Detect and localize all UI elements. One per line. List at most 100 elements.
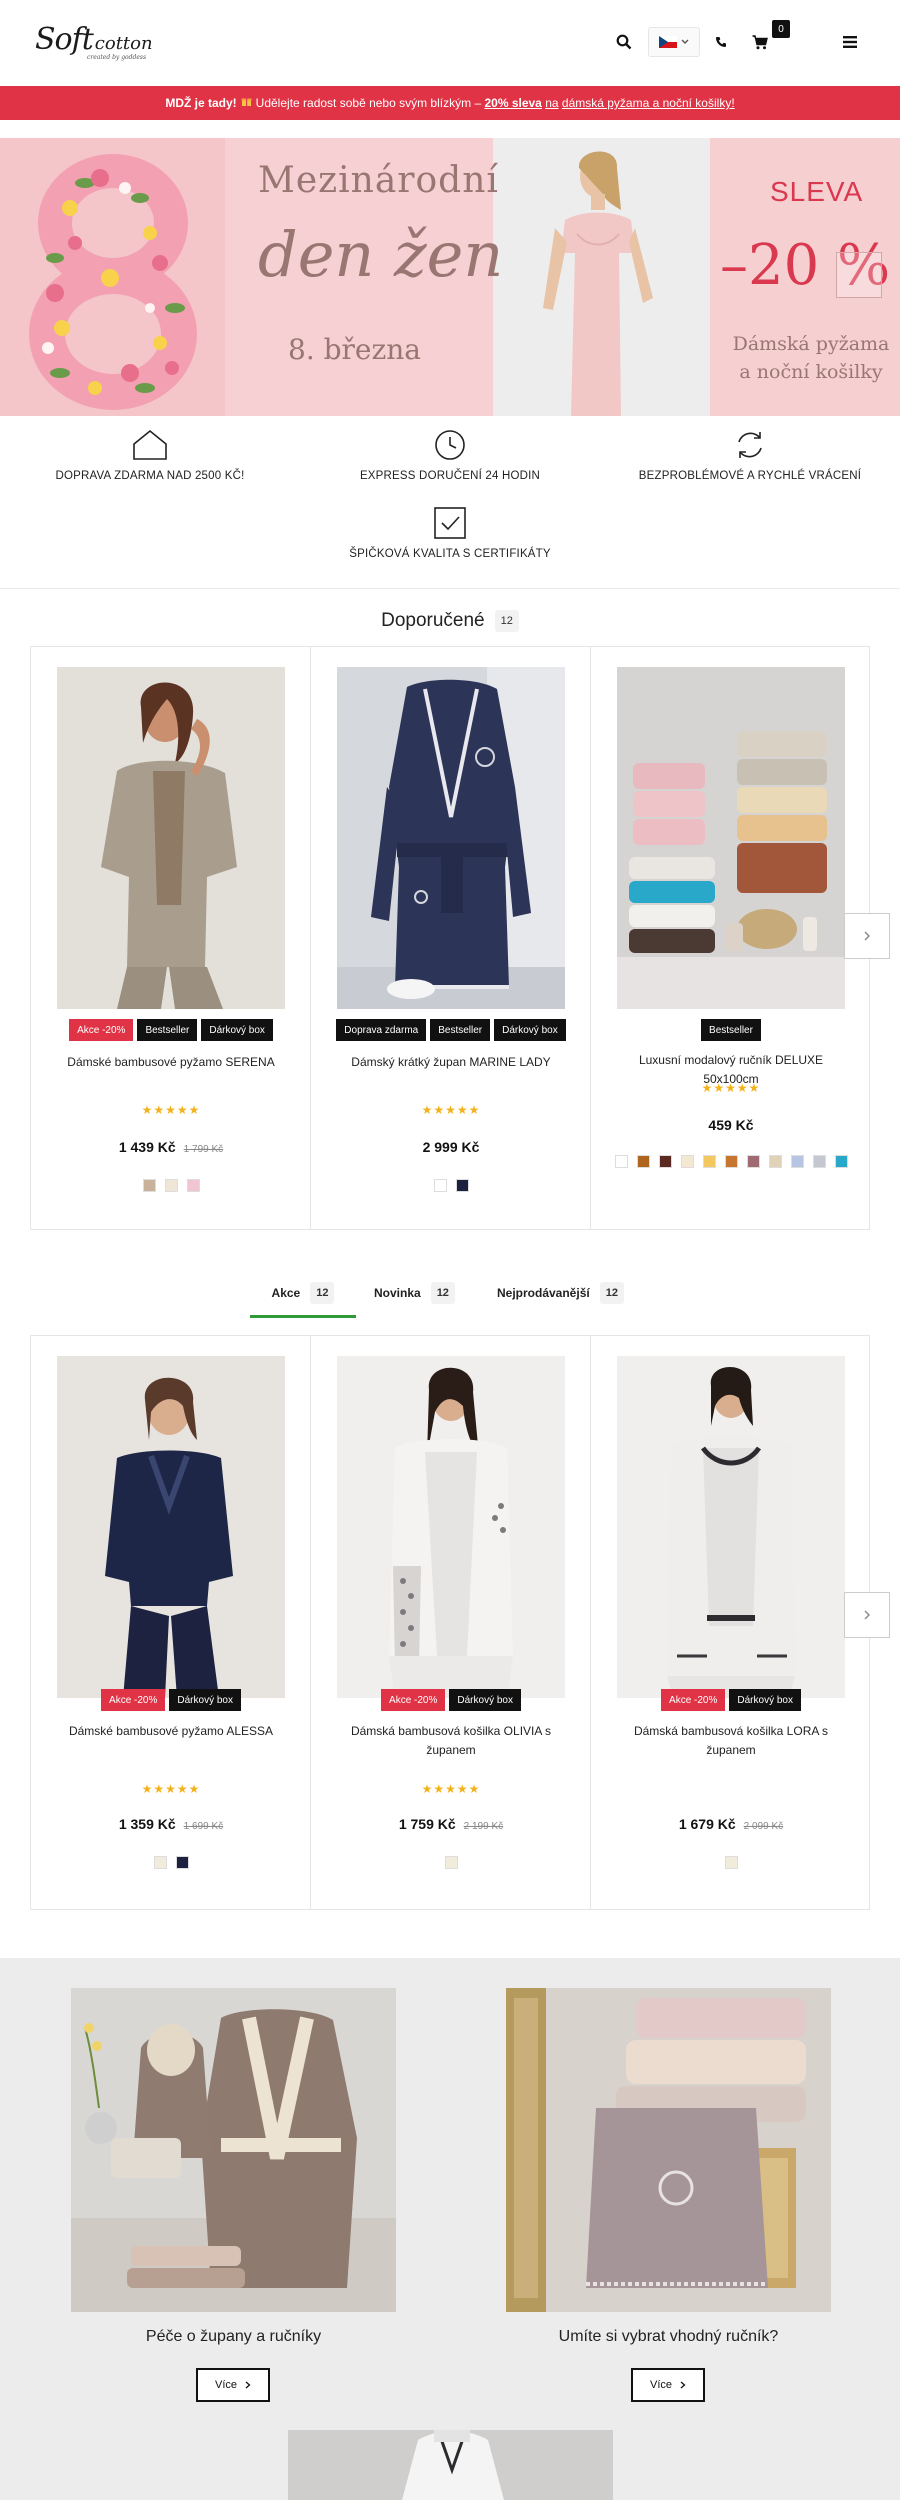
product-image[interactable] xyxy=(617,1356,845,1698)
color-swatch[interactable] xyxy=(834,1155,848,1168)
color-swatch[interactable] xyxy=(153,1856,167,1869)
logo-second: cotton xyxy=(94,33,153,54)
menu-icon[interactable] xyxy=(838,30,862,54)
tab-nejprodavanejsi[interactable]: Nejprodávanější 12 xyxy=(497,1268,624,1318)
product-name[interactable]: Dámská bambusová košilka LORA s županem xyxy=(611,1722,851,1760)
color-swatch[interactable] xyxy=(702,1155,716,1168)
sale-badge: Akce -20% xyxy=(381,1689,446,1711)
product-card[interactable]: Akce -20% Dárkový box Dámské bambusové p… xyxy=(31,1336,311,1909)
product-price: 1 679 Kč 2 099 Kč xyxy=(591,1816,871,1832)
color-swatch[interactable] xyxy=(724,1155,738,1168)
color-swatch[interactable] xyxy=(812,1155,826,1168)
product-name[interactable]: Dámské bambusové pyžamo ALESSA xyxy=(51,1722,291,1741)
product-image[interactable] xyxy=(57,667,285,1009)
color-swatch[interactable] xyxy=(614,1155,628,1168)
cart-icon[interactable] xyxy=(748,30,772,54)
rating-stars: ★★★★★ xyxy=(421,1103,481,1117)
hero-overlay-button[interactable] xyxy=(836,252,882,298)
promo-link-discount[interactable]: 20% sleva xyxy=(484,96,541,110)
product-card[interactable]: Doprava zdarma Bestseller Dárkový box Dá… xyxy=(311,647,591,1229)
current-price: 1 759 Kč xyxy=(398,1816,456,1832)
sale-desc-line-1: Dámská pyžama xyxy=(732,333,890,355)
phone-icon[interactable] xyxy=(709,30,733,54)
color-swatches xyxy=(331,1179,571,1192)
product-card[interactable]: Akce -20% Bestseller Dárkový box Dámské … xyxy=(31,647,311,1229)
carousel-next-button[interactable] xyxy=(844,913,890,959)
promo-text: Udělejte radost sobě nebo svým blízkým – xyxy=(255,96,482,110)
color-swatch[interactable] xyxy=(636,1155,650,1168)
product-name[interactable]: Dámská bambusová košilka OLIVIA s župane… xyxy=(331,1722,571,1760)
site-header: Soft cotton created by goddess 0 xyxy=(0,0,900,86)
chevron-right-icon xyxy=(680,2381,686,2389)
color-swatch[interactable] xyxy=(680,1155,694,1168)
tab-label: Akce xyxy=(271,1286,301,1300)
product-badges: Akce -20% Dárkový box xyxy=(31,1689,311,1711)
section-title: Doporučené xyxy=(381,610,485,632)
recommended-heading: Doporučené 12 xyxy=(0,610,900,632)
hero-banner[interactable]: Mezinárodní den žen 8. března SLEVA –20 … xyxy=(0,138,900,416)
color-swatch[interactable] xyxy=(164,1179,178,1192)
sale-badge: Akce -20% xyxy=(69,1019,134,1041)
banner-image-towels[interactable] xyxy=(506,1988,831,2312)
old-price: 2 099 Kč xyxy=(743,1821,784,1832)
color-swatch[interactable] xyxy=(444,1856,458,1869)
logo[interactable]: Soft cotton created by goddess xyxy=(35,22,153,64)
language-selector[interactable] xyxy=(648,27,700,57)
feature-label: ŠPIČKOVÁ KVALITA S CERTIFIKÁTY xyxy=(349,548,551,560)
tab-label: Novinka xyxy=(374,1286,421,1300)
color-swatch[interactable] xyxy=(186,1179,200,1192)
logo-tagline: created by goddess xyxy=(87,54,147,61)
product-badges: Bestseller xyxy=(591,1019,871,1041)
promo-link-category[interactable]: dámská pyžama a noční košilky! xyxy=(562,96,735,110)
tab-novinka[interactable]: Novinka 12 xyxy=(374,1268,455,1318)
product-tabs: Akce 12 Novinka 12 Nejprodávanější 12 xyxy=(0,1268,900,1318)
color-swatch[interactable] xyxy=(658,1155,672,1168)
product-card[interactable]: Akce -20% Dárkový box Dámská bambusová k… xyxy=(591,1336,871,1909)
giftbox-badge: Dárkový box xyxy=(729,1689,801,1711)
giftbox-badge: Dárkový box xyxy=(449,1689,521,1711)
color-swatch[interactable] xyxy=(790,1155,804,1168)
promo-bar: MDŽ je tady! Udělejte radost sobě nebo s… xyxy=(0,86,900,120)
banner-image-third[interactable] xyxy=(288,2430,613,2500)
more-button-label: Více xyxy=(649,2379,672,2391)
old-price: 2 199 Kč xyxy=(463,1821,504,1832)
feature-label: BEZPROBLÉMOVÉ A RYCHLÉ VRÁCENÍ xyxy=(638,470,862,482)
color-swatch[interactable] xyxy=(175,1856,189,1869)
banner-title[interactable]: Péče o župany a ručníky xyxy=(71,2328,396,2346)
feature-label: DOPRAVA ZDARMA NAD 2500 KČ! xyxy=(55,470,245,482)
color-swatch[interactable] xyxy=(724,1856,738,1869)
banner-title[interactable]: Umíte si vybrat vhodný ručník? xyxy=(506,2328,831,2346)
more-button[interactable]: Více xyxy=(631,2368,705,2402)
product-card[interactable]: Bestseller Luxusní modalový ručník DELUX… xyxy=(591,647,871,1229)
feature-free-shipping: DOPRAVA ZDARMA NAD 2500 KČ! xyxy=(0,428,300,482)
divider xyxy=(0,588,900,589)
product-image[interactable] xyxy=(337,667,565,1009)
rating-stars: ★★★★★ xyxy=(421,1782,481,1796)
chevron-down-icon xyxy=(681,39,689,44)
product-badges: Akce -20% Dárkový box xyxy=(591,1689,871,1711)
free-shipping-badge: Doprava zdarma xyxy=(336,1019,427,1041)
product-image[interactable] xyxy=(57,1356,285,1698)
product-price: 459 Kč xyxy=(591,1117,871,1133)
sale-badge: Akce -20% xyxy=(661,1689,726,1711)
color-swatch[interactable] xyxy=(768,1155,782,1168)
product-image[interactable] xyxy=(617,667,845,1009)
product-name[interactable]: Dámský krátký župan MARINE LADY xyxy=(331,1053,571,1072)
carousel-next-button[interactable] xyxy=(844,1592,890,1638)
more-button[interactable]: Více xyxy=(196,2368,270,2402)
tab-akce[interactable]: Akce 12 xyxy=(250,1268,356,1318)
banner-image-bathrobes[interactable] xyxy=(71,1988,396,2312)
search-icon[interactable] xyxy=(612,30,636,54)
czech-flag-icon xyxy=(659,36,677,48)
product-image[interactable] xyxy=(337,1356,565,1698)
refresh-icon xyxy=(738,432,762,458)
model-photo xyxy=(493,138,710,416)
color-swatch[interactable] xyxy=(433,1179,447,1192)
product-name[interactable]: Dámské bambusové pyžamo SERENA xyxy=(51,1053,291,1072)
color-swatch[interactable] xyxy=(746,1155,760,1168)
promo-link-connector[interactable]: na xyxy=(545,96,558,110)
rating-stars: ★★★★★ xyxy=(141,1782,201,1796)
product-card[interactable]: Akce -20% Dárkový box Dámská bambusová k… xyxy=(311,1336,591,1909)
color-swatch[interactable] xyxy=(455,1179,469,1192)
color-swatch[interactable] xyxy=(142,1179,156,1192)
